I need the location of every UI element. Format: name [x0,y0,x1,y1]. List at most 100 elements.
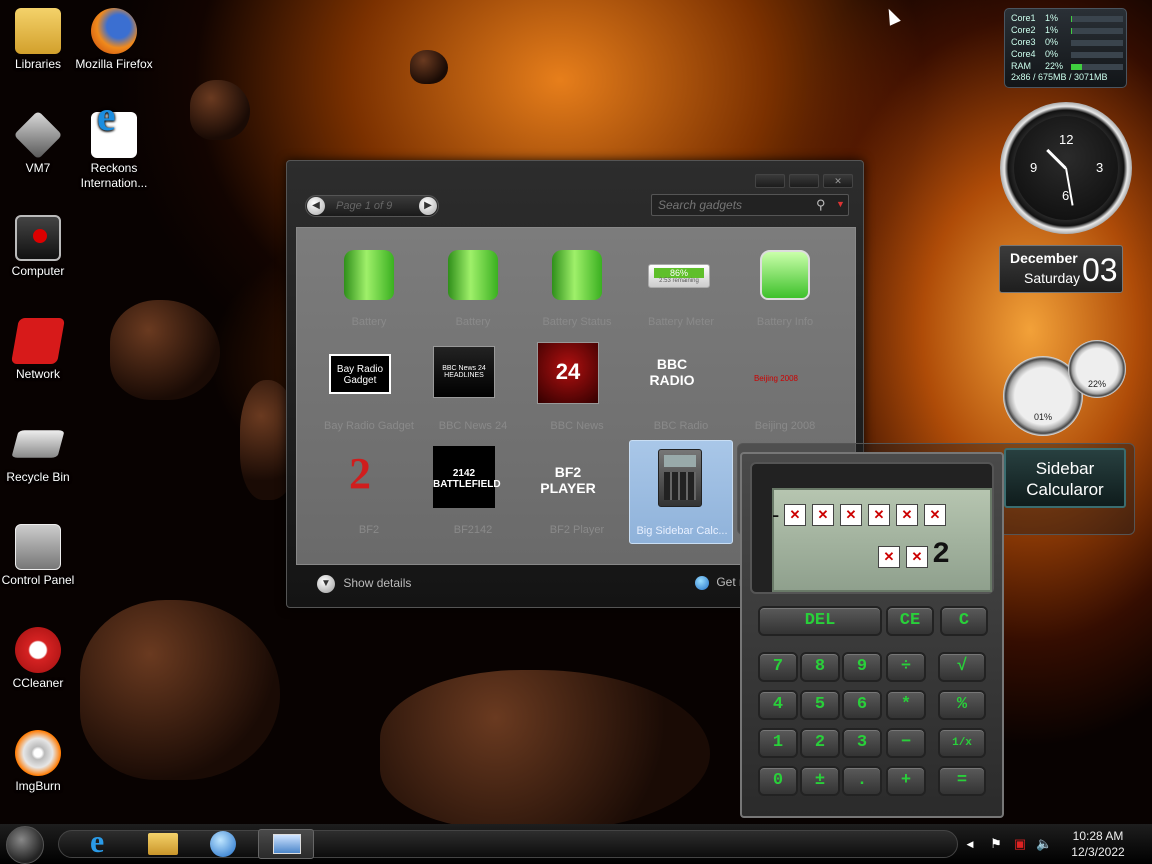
calendar-gadget[interactable]: December Saturday 03 [999,245,1123,293]
calendar-month: December [1010,250,1078,266]
gadget-item[interactable]: Battery Info [733,232,837,336]
imgburn-icon [15,730,61,776]
battery-meter-icon: 86% 2:53 remaining [648,264,710,288]
clear-entry-key[interactable]: CE [886,606,934,636]
key-5[interactable]: 5 [800,690,840,720]
desktop-icon-computer[interactable]: Computer [0,215,78,279]
gadget-label: Big Sidebar Calc... [636,525,728,537]
key-1[interactable]: 1 [758,728,798,758]
search-icon[interactable]: ⚲ [816,197,826,213]
key-3[interactable]: 3 [842,728,882,758]
key-7[interactable]: 7 [758,652,798,682]
volume-muted-icon[interactable]: 🔈 [1036,836,1052,852]
cpu-row-value: 22% [1045,61,1064,71]
key-6[interactable]: 6 [842,690,882,720]
decimal-key[interactable]: . [842,766,882,796]
network-status-icon[interactable]: ▣ [1012,836,1028,852]
calculator-gadget[interactable]: msdn - ✕ ✕ ✕ ✕ ✕ ✕ ✕ ✕ 2 DEL CE C 7 8 9 … [740,452,1004,818]
key-4[interactable]: 4 [758,690,798,720]
next-page-button[interactable]: ▶ [419,197,437,215]
missing-image-icon: ✕ [840,504,862,526]
key-9[interactable]: 9 [842,652,882,682]
desktop-icon-imgburn[interactable]: ImgBurn [0,730,78,794]
gadget-item[interactable]: Bay Radio Gadget Bay Radio Gadget [317,336,421,440]
reciprocal-key[interactable]: 1/x [938,728,986,758]
gadget-item[interactable]: BBC RADIO BBC Radio [629,336,733,440]
clear-key[interactable]: C [940,606,988,636]
gadget-label: BF2 [358,524,380,536]
desktop-icon-network[interactable]: Network [0,318,78,382]
gadget-item[interactable]: 2 BF2 [317,440,421,544]
missing-image-icon: ✕ [784,504,806,526]
desktop-icon-vm7[interactable]: VM7 [0,110,78,176]
divide-key[interactable]: ÷ [886,652,926,682]
ram-gauge[interactable]: 22% [1068,340,1126,398]
gadget-label: Battery [351,316,387,328]
chevron-down-icon[interactable]: ▼ [836,199,845,209]
action-center-flag-icon[interactable]: ⚑ [988,836,1004,852]
plus-minus-key[interactable]: ± [800,766,840,796]
gadget-item[interactable]: Beijing 2008 Beijing 2008 [733,336,837,440]
bbc-radio-icon: BBC RADIO [649,356,695,388]
wallpaper-rock [380,670,710,830]
desktop-icon-recycle-bin[interactable]: Recycle Bin [0,421,78,485]
start-button[interactable] [6,826,44,864]
cpu-row-bar [1071,52,1123,58]
percent-key[interactable]: % [938,690,986,720]
desktop-icon-firefox[interactable]: Mozilla Firefox [74,8,154,72]
sqrt-key[interactable]: √ [938,652,986,682]
page-navigator: ◀ Page 1 of 9 ▶ [305,195,439,217]
gadget-search-box: ⚲ ▼ [651,194,849,216]
previous-page-button[interactable]: ◀ [307,197,325,215]
gadget-item[interactable]: 86% 2:53 remaining Battery Meter [629,232,733,336]
maximize-button[interactable] [789,174,819,188]
minimize-button[interactable] [755,174,785,188]
system-clock[interactable]: 10:28 AM 12/3/2022 [1064,828,1132,860]
cpu-meter-gadget[interactable]: Core1 1% Core2 1% Core3 0% Core4 0% RAM 22% 2… [1004,8,1127,88]
cpu-row: Core1 1% [1011,13,1123,25]
gadget-item[interactable]: Battery [317,232,421,336]
missing-image-icon: ✕ [906,546,928,568]
close-button[interactable]: ✕ [823,174,853,188]
battery-green-icon [760,250,810,300]
internet-explorer-icon[interactable]: e [82,823,122,859]
gadget-item[interactable]: Battery Status [525,232,629,336]
subtract-key[interactable]: − [886,728,926,758]
network-icon [10,318,66,364]
gadgets-icon[interactable] [258,829,314,859]
missing-image-icon: ✕ [924,504,946,526]
key-0[interactable]: 0 [758,766,798,796]
key-8[interactable]: 8 [800,652,840,682]
gadget-label: BF2142 [453,524,493,536]
equals-key[interactable]: = [938,766,986,796]
gadget-item[interactable]: BBC News 24 HEADLINES BBC News 24 [421,336,525,440]
key-2[interactable]: 2 [800,728,840,758]
cpu-row-bar [1071,16,1123,22]
multiply-key[interactable]: * [886,690,926,720]
cpu-row-name: Core1 [1011,13,1036,23]
desktop-icon-ccleaner[interactable]: CCleaner [0,627,78,691]
gadget-item[interactable]: 24 BBC News [525,336,629,440]
search-input[interactable] [652,195,812,215]
taskbar: e ◀ ⚑ ▣ 🔈 10:28 AM 12/3/2022 [0,823,1152,864]
cpu-gauge-label: 01% [1033,412,1052,422]
cpu-row-name: Core2 [1011,25,1036,35]
show-details-button[interactable]: ▼ Show details [317,575,411,593]
desktop-icon-label: CCleaner [12,676,64,690]
show-hidden-icons-icon[interactable]: ◀ [962,836,978,852]
clock-gadget[interactable]: 12 3 6 9 [1000,102,1132,234]
gadget-item[interactable]: BF2 PLAYER BF2 Player [525,440,629,544]
delete-key[interactable]: DEL [758,606,882,636]
gadget-item[interactable]: Battery [421,232,525,336]
clock-numeral: 12 [1059,132,1074,147]
windows-explorer-icon[interactable] [142,829,182,859]
desktop-icon-control-panel[interactable]: Control Panel [0,524,78,588]
desktop-icon-libraries[interactable]: Libraries [0,8,78,72]
media-player-icon[interactable] [202,829,242,859]
show-details-label: Show details [343,576,412,591]
gadget-item-selected[interactable]: Big Sidebar Calc... [629,440,733,544]
add-key[interactable]: + [886,766,926,796]
desktop-icon-ie[interactable]: e Reckons Internation... [74,96,154,191]
gadget-item[interactable]: 2142 BATTLEFIELD BF2142 [421,440,525,544]
cpu-row: Core2 1% [1011,25,1123,37]
